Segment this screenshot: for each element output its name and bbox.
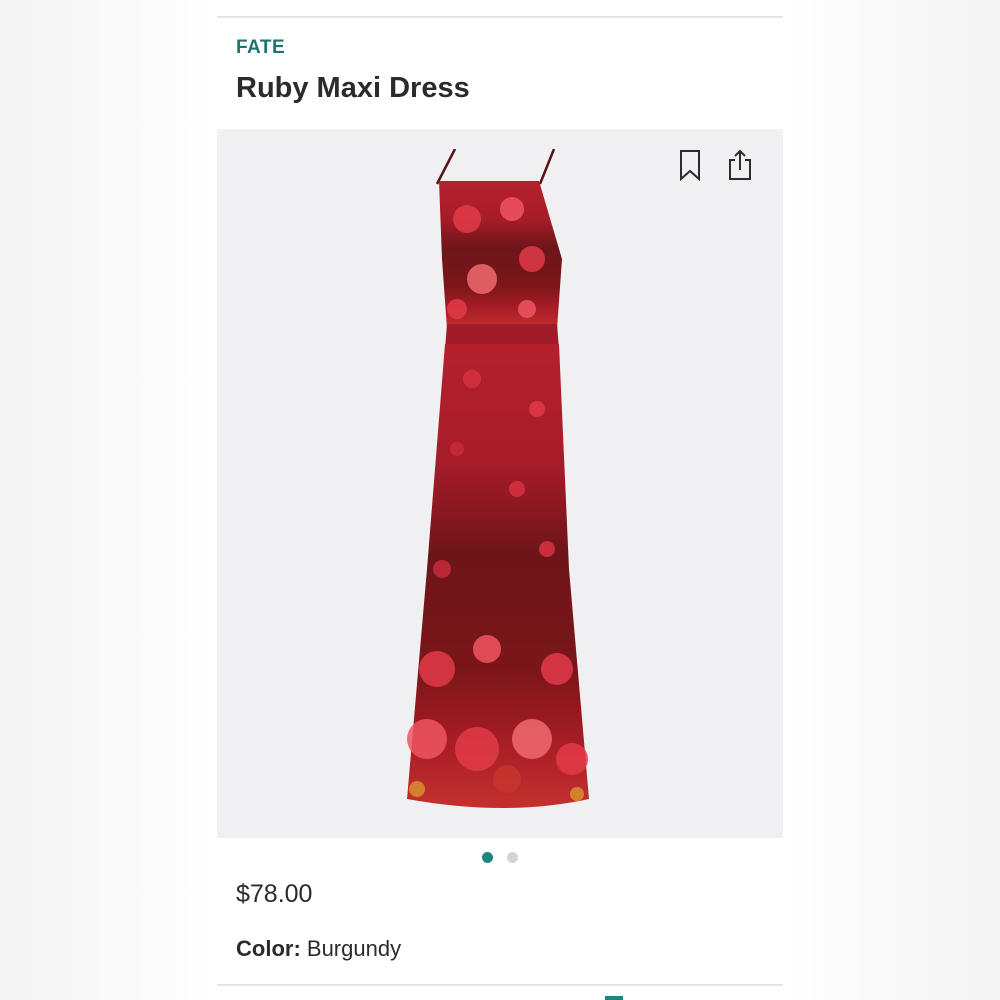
bookmark-button[interactable]	[675, 147, 705, 183]
dress-image	[407, 149, 589, 808]
bottom-divider	[217, 984, 783, 986]
product-card: FATE Ruby Maxi Dress $78.00 Color: Burgu…	[217, 0, 783, 1000]
next-section-indicator	[605, 996, 623, 1000]
product-title: Ruby Maxi Dress	[236, 72, 470, 104]
share-button[interactable]	[725, 147, 755, 183]
background-left	[0, 0, 217, 1000]
share-icon	[729, 149, 751, 180]
gallery-dot-2[interactable]	[507, 852, 518, 863]
product-image-gallery[interactable]	[217, 129, 783, 838]
bookmark-icon	[680, 150, 700, 181]
gallery-pagination	[217, 852, 783, 863]
product-price: $78.00	[236, 880, 313, 908]
background-right	[783, 0, 1000, 1000]
color-info: Color: Burgundy	[236, 936, 401, 962]
color-value: Burgundy	[306, 936, 402, 961]
brand-name[interactable]: FATE	[236, 37, 285, 59]
top-divider	[217, 16, 783, 18]
color-label: Color:	[236, 936, 301, 961]
gallery-dot-1[interactable]	[482, 852, 493, 863]
